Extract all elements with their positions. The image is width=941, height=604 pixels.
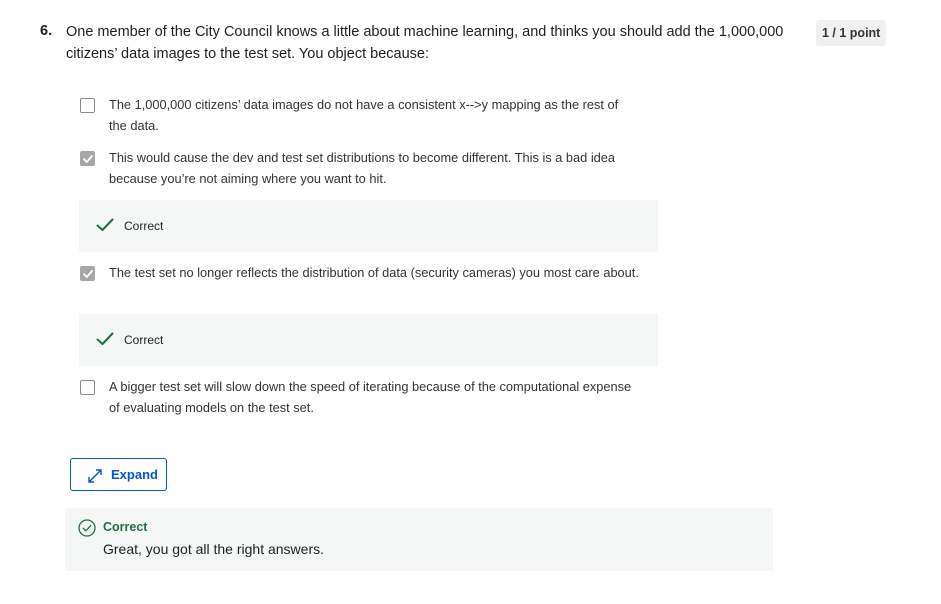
result-message: Great, you got all the right answers. bbox=[103, 541, 324, 557]
feedback-label: Correct bbox=[124, 333, 164, 347]
expand-button-label: Expand bbox=[111, 467, 158, 482]
option-label: This would cause the dev and test set di… bbox=[109, 150, 616, 186]
check-icon bbox=[83, 270, 93, 278]
check-icon bbox=[83, 155, 93, 163]
points-badge: 1 / 1 point bbox=[816, 20, 887, 46]
option-feedback-correct: Correct bbox=[79, 314, 658, 366]
question-text: One member of the City Council knows a l… bbox=[66, 24, 784, 62]
green-check-icon bbox=[96, 218, 114, 231]
checkbox-unchecked[interactable] bbox=[80, 98, 95, 113]
option-label: The test set no longer reflects the dist… bbox=[109, 265, 639, 280]
checkbox-checked[interactable] bbox=[80, 266, 95, 281]
option-label: The 1,000,000 citizens’ data images do n… bbox=[109, 97, 619, 133]
checkbox-checked[interactable] bbox=[80, 151, 95, 166]
result-title: Correct bbox=[103, 520, 148, 534]
result-panel: Correct Great, you got all the right ans… bbox=[65, 508, 773, 571]
question-number: 6. bbox=[40, 23, 53, 39]
feedback-label: Correct bbox=[124, 219, 164, 233]
checkbox-unchecked[interactable] bbox=[80, 380, 95, 395]
option-label: A bigger test set will slow down the spe… bbox=[109, 379, 632, 415]
expand-arrows-icon bbox=[88, 469, 102, 483]
expand-button[interactable]: Expand bbox=[70, 458, 167, 491]
green-check-icon bbox=[96, 332, 114, 345]
option-feedback-correct: Correct bbox=[79, 200, 658, 252]
circle-check-icon bbox=[78, 519, 96, 537]
